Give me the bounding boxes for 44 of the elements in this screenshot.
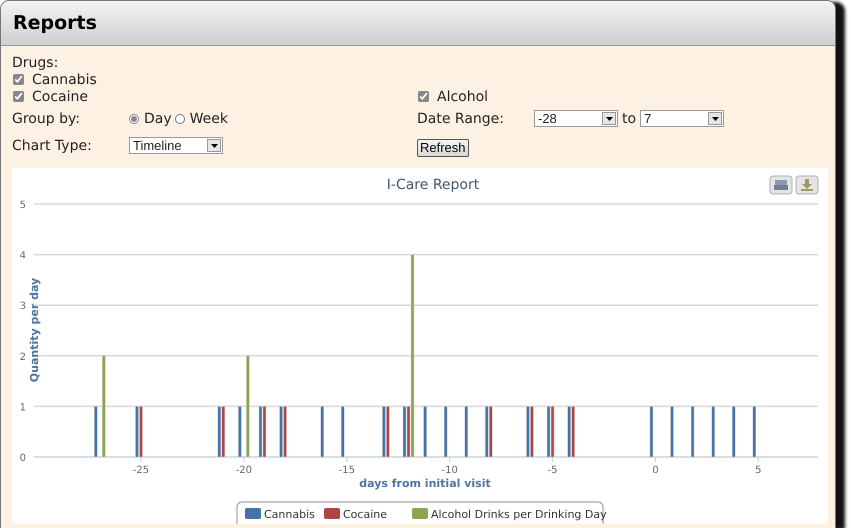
- drugs-label: Drugs:: [12, 54, 58, 70]
- x-tick-label: 5: [755, 465, 762, 476]
- refresh-button[interactable]: Refresh: [417, 138, 469, 156]
- checkbox[interactable]: [13, 74, 24, 85]
- checkbox-label: Alcohol: [437, 88, 488, 104]
- legend-label[interactable]: Alcohol Drinks per Drinking Day: [431, 508, 607, 521]
- to-dropdown[interactable]: 7: [640, 110, 724, 127]
- legend-label[interactable]: Cocaine: [343, 508, 387, 521]
- x-tick-label: -5: [548, 465, 558, 476]
- x-tick-label: -20: [236, 465, 252, 476]
- chart-type-label: Chart Type:: [12, 138, 93, 154]
- radio-button[interactable]: [129, 114, 139, 124]
- y-tick-label: 2: [20, 352, 26, 363]
- print-icon[interactable]: [770, 176, 792, 194]
- date-range-label: Date Range:: [417, 110, 506, 126]
- caret-icon: [602, 112, 616, 125]
- y-tick-label: 0: [20, 453, 26, 464]
- legend-label[interactable]: Cannabis: [264, 508, 315, 521]
- chart-type-dropdown[interactable]: Timeline: [129, 137, 223, 154]
- y-tick-label: 5: [20, 200, 26, 211]
- radio-label: Week: [190, 110, 228, 126]
- radio-label: Day: [144, 110, 172, 126]
- x-tick-label: 0: [652, 465, 659, 476]
- checkbox[interactable]: [418, 91, 429, 102]
- x-tick-label: -10: [442, 465, 458, 476]
- checkbox-label: Cocaine: [32, 88, 88, 104]
- y-axis-title: Quantity per day: [28, 278, 41, 382]
- to-label: to: [622, 110, 636, 126]
- y-tick-label: 3: [20, 301, 26, 312]
- x-tick-label: -25: [132, 465, 150, 476]
- chart-title: I-Care Report: [386, 177, 480, 193]
- y-tick-label: 4: [20, 250, 26, 262]
- radio-button[interactable]: [174, 114, 185, 124]
- x-tick-label: -15: [338, 465, 355, 476]
- checkbox-label: Cannabis: [32, 72, 97, 88]
- download-icon[interactable]: [796, 176, 818, 194]
- window-title: Reports: [13, 12, 97, 34]
- y-tick-label: 1: [20, 402, 26, 414]
- group-by-label: Group by:: [12, 110, 81, 126]
- caret-icon: [708, 112, 722, 125]
- x-axis-title: days from initial visit: [359, 477, 491, 490]
- checkbox[interactable]: [13, 91, 24, 102]
- caret-icon: [207, 139, 221, 152]
- from-dropdown[interactable]: -28: [534, 110, 618, 127]
